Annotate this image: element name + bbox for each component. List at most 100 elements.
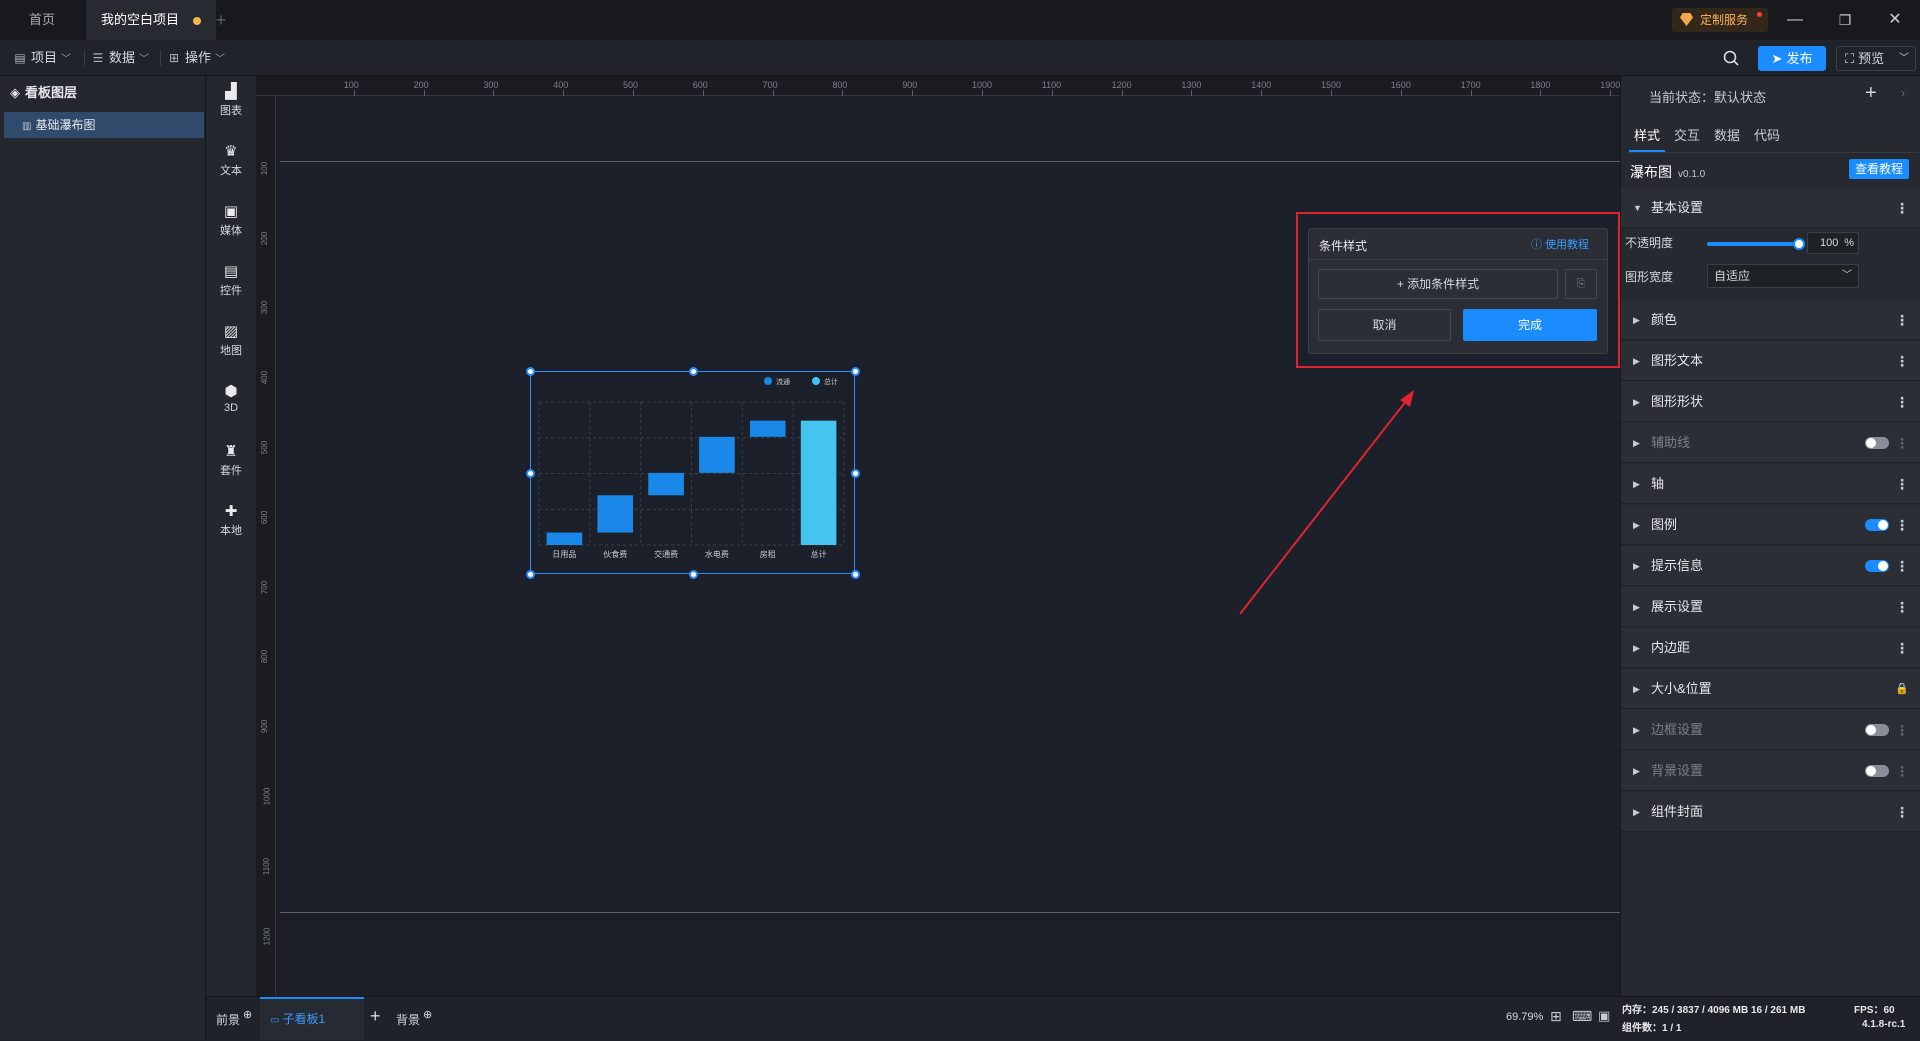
layer-item[interactable]: ▥ 基础瀑布图 [4, 112, 204, 138]
resize-handle[interactable] [526, 570, 535, 579]
more-icon[interactable]: ⋮ [1895, 341, 1909, 381]
add-circle-icon[interactable]: ⊕ [423, 1009, 432, 1021]
chevron-right-icon[interactable]: › [1901, 86, 1905, 100]
resize-handle[interactable] [688, 570, 698, 579]
ruler-top-mark [563, 90, 565, 96]
resize-handle[interactable] [851, 570, 860, 579]
chevron-down-icon: ﹀ [1899, 53, 1909, 64]
more-icon[interactable]: ⋮ [1895, 188, 1909, 228]
more-icon[interactable]: ⋮ [1895, 382, 1909, 422]
confirm-button[interactable]: 完成 [1463, 309, 1597, 341]
ruler-left-tick: 1200 [262, 927, 272, 945]
close-button[interactable]: ✕ [1870, 0, 1920, 40]
foreground-tab[interactable]: 前景 ⊕ [216, 1009, 252, 1028]
more-icon[interactable]: ⋮ [1895, 792, 1909, 832]
section-row[interactable]: ▶ 展示设置 ⋮ [1621, 587, 1920, 627]
resize-handle[interactable] [688, 367, 698, 376]
popup-help-link[interactable]: ⓘ 使用教程 [1531, 236, 1589, 252]
x-tick-label: 伙食费 [603, 549, 627, 559]
section-basic[interactable]: ▼ 基本设置 ⋮ [1621, 188, 1920, 228]
menu-data[interactable]: ☰ 数据 ﹀ [92, 40, 149, 76]
cancel-button[interactable]: 取消 [1318, 309, 1451, 341]
section-row[interactable]: ▶ 背景设置 ⋮ [1621, 751, 1920, 791]
section-row[interactable]: ▶ 组件封面 ⋮ [1621, 792, 1920, 832]
component-widget[interactable]: ▤ 控件 [206, 256, 256, 312]
toggle-switch[interactable] [1865, 437, 1889, 449]
preview-button[interactable]: ⛶ 预览 ﹀ [1836, 46, 1916, 71]
component-media[interactable]: ▣ 媒体 [206, 196, 256, 252]
minimize-button[interactable]: — [1770, 0, 1820, 40]
resize-handle[interactable] [851, 367, 860, 376]
more-icon[interactable]: ⋮ [1895, 300, 1909, 340]
terminal-icon[interactable]: ▣ [1598, 1008, 1610, 1024]
opacity-input[interactable]: 100% [1807, 232, 1859, 254]
view-tutorial-button[interactable]: 查看教程 [1849, 159, 1909, 179]
add-tab-button[interactable]: + [206, 0, 236, 40]
section-row[interactable]: ▶ 图例 ⋮ [1621, 505, 1920, 545]
ruler-top-mark [1121, 90, 1123, 96]
tab-project[interactable]: 我的空白项目 [86, 0, 216, 40]
fullscreen-icon: ⛶ [1845, 51, 1855, 66]
component-text[interactable]: ♛ 文本 [206, 136, 256, 192]
add-circle-icon[interactable]: ⊕ [243, 1009, 252, 1021]
section-row[interactable]: ▶ 大小&位置 🔒 [1621, 669, 1920, 709]
section-row[interactable]: ▶ 图形文本 ⋮ [1621, 341, 1920, 381]
resize-handle[interactable] [526, 367, 535, 376]
more-icon[interactable]: ⋮ [1895, 587, 1909, 627]
opacity-slider-handle[interactable] [1793, 238, 1805, 250]
section-row[interactable]: ▶ 内边距 ⋮ [1621, 628, 1920, 668]
section-row[interactable]: ▶ 轴 ⋮ [1621, 464, 1920, 504]
more-icon[interactable]: ⋮ [1895, 751, 1909, 791]
resize-handle[interactable] [851, 468, 860, 478]
toggle-switch[interactable] [1865, 560, 1889, 572]
toggle-switch[interactable] [1865, 724, 1889, 736]
panel-tab[interactable]: 样式 [1629, 122, 1665, 152]
section-row[interactable]: ▶ 提示信息 ⋮ [1621, 546, 1920, 586]
sub-board-tab[interactable]: ▭ 子看板1 [260, 997, 364, 1040]
more-icon[interactable]: ⋮ [1895, 628, 1909, 668]
lock-icon[interactable]: 🔒 [1895, 669, 1909, 709]
resize-handle[interactable] [526, 468, 535, 478]
component-kit[interactable]: ♜ 套件 [206, 436, 256, 492]
ruler-left-tick: 700 [260, 580, 270, 594]
panel-tab[interactable]: 交互 [1669, 122, 1705, 152]
opacity-slider[interactable] [1707, 238, 1805, 250]
section-row[interactable]: ▶ 辅助线 ⋮ [1621, 423, 1920, 463]
component-3d-label: 3D [223, 402, 239, 414]
search-button[interactable] [1716, 40, 1746, 76]
component-chart[interactable]: ▟ 图表 [206, 76, 256, 132]
add-condition-style-button[interactable]: + 添加条件样式 [1318, 269, 1558, 299]
more-icon[interactable]: ⋮ [1895, 505, 1909, 545]
more-icon[interactable]: ⋮ [1895, 423, 1909, 463]
panel-tab[interactable]: 代码 [1749, 122, 1785, 152]
zoom-level[interactable]: 69.79% [1506, 1011, 1543, 1023]
toggle-switch[interactable] [1865, 519, 1889, 531]
menu-operation[interactable]: ⊞ 操作 ﹀ [168, 40, 225, 76]
component-local[interactable]: ✚ 本地 [206, 496, 256, 552]
tab-home[interactable]: 首页 [0, 0, 84, 40]
section-row[interactable]: ▶ 图形形状 ⋮ [1621, 382, 1920, 422]
fit-screen-icon[interactable]: ⊞ [1550, 1008, 1562, 1025]
panel-tab[interactable]: 数据 [1709, 122, 1745, 152]
preview-label: 预览 [1858, 51, 1885, 66]
toggle-switch[interactable] [1865, 765, 1889, 777]
paste-icon[interactable]: ⎘ [1565, 269, 1597, 299]
section-row[interactable]: ▶ 边框设置 ⋮ [1621, 710, 1920, 750]
keyboard-icon[interactable]: ⌨ [1572, 1008, 1592, 1025]
component-map[interactable]: ▨ 地图 [206, 316, 256, 372]
publish-button[interactable]: ➤ 发布 [1758, 46, 1826, 71]
toggle-knob [1878, 520, 1888, 530]
waterfall-chart[interactable]: 日用品 伙食费 交通费 水电费 房租 总计 流通 总计 [530, 371, 855, 574]
more-icon[interactable]: ⋮ [1895, 464, 1909, 504]
graphic-width-select[interactable]: 自适应 ﹀ [1707, 264, 1859, 288]
add-board-button[interactable]: + [370, 1006, 381, 1027]
component-3d[interactable]: ⬢ 3D [206, 376, 256, 432]
menu-project[interactable]: ▤ 项目 ﹀ [14, 40, 71, 76]
section-row[interactable]: ▶ 颜色 ⋮ [1621, 300, 1920, 340]
more-icon[interactable]: ⋮ [1895, 710, 1909, 750]
more-icon[interactable]: ⋮ [1895, 546, 1909, 586]
background-tab[interactable]: 背景 ⊕ [396, 1009, 432, 1028]
custom-service-button[interactable]: 定制服务 [1672, 8, 1768, 32]
add-state-button[interactable]: + [1865, 82, 1877, 105]
restore-button[interactable]: ❐ [1820, 0, 1870, 40]
